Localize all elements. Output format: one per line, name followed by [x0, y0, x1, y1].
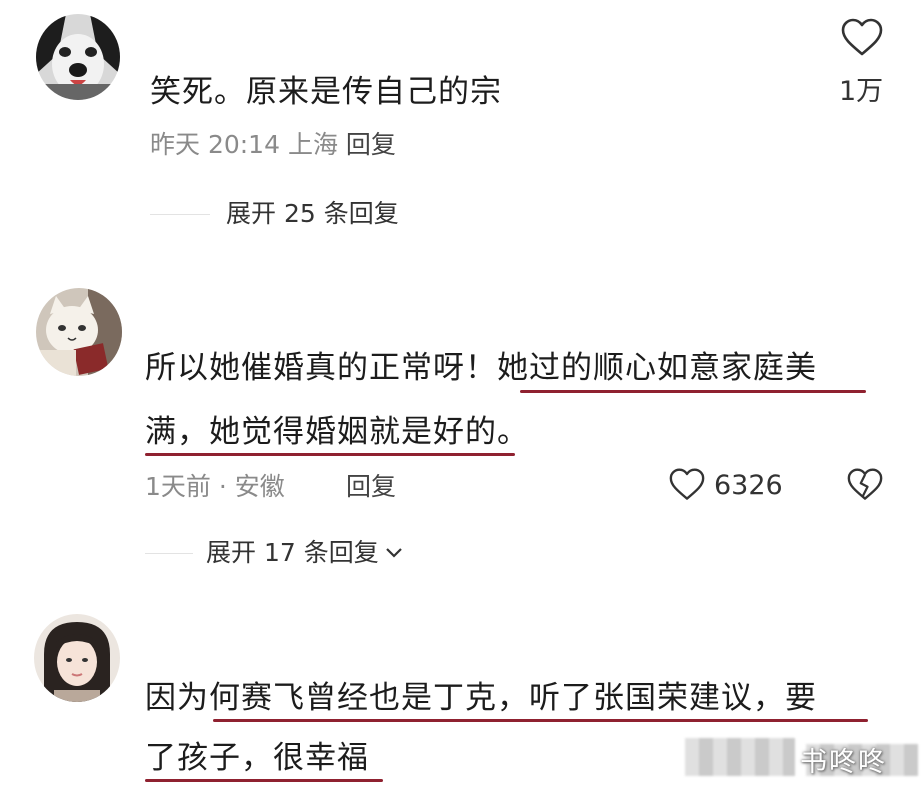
comment-text-part-a: 所以她催婚真的正常呀！ — [145, 350, 497, 386]
like-count: 6326 — [714, 470, 783, 501]
comment-time-location: 1天前 · 安徽 — [145, 472, 285, 501]
heart-outline-icon — [669, 468, 705, 500]
highlight-underline — [145, 779, 383, 782]
dog-avatar-image — [36, 14, 120, 100]
expand-replies-label: 展开 17 条回复 — [206, 538, 379, 567]
comment-text-part-b: 她过的顺心如意家庭美 — [497, 350, 817, 386]
expand-replies-button[interactable]: 展开 25 条回复 — [226, 198, 399, 230]
dislike-button[interactable] — [846, 468, 886, 504]
comment-text-line-2: 满，她觉得婚姻就是好的。 — [145, 414, 529, 450]
girl-avatar-image — [34, 614, 120, 702]
comment-meta: 昨天 20:14 上海 回复 — [150, 129, 396, 161]
avatar-girl[interactable] — [34, 614, 120, 702]
highlight-underline — [520, 390, 866, 393]
expand-divider — [150, 214, 210, 215]
cat-avatar-image — [36, 288, 122, 376]
comment-location: 上海 — [287, 130, 338, 159]
highlight-underline — [213, 719, 868, 722]
highlight-underline — [145, 453, 515, 456]
heart-outline-icon — [841, 18, 883, 56]
watermark: 书咚咚 — [800, 747, 887, 778]
reply-button[interactable]: 回复 — [346, 130, 396, 159]
comment-meta: 1天前 · 安徽 — [145, 471, 285, 503]
expand-divider — [145, 553, 193, 554]
expand-replies-button[interactable]: 展开 17 条回复 — [206, 537, 403, 569]
avatar-dog[interactable] — [36, 14, 120, 100]
avatar-cat[interactable] — [36, 288, 122, 376]
comment-text: 笑死。原来是传自己的宗 — [150, 74, 502, 110]
comment-time: 昨天 20:14 — [150, 130, 280, 159]
blurred-region — [685, 738, 795, 776]
like-button[interactable] — [668, 468, 708, 504]
broken-heart-icon — [847, 468, 883, 500]
like-button[interactable] — [840, 18, 886, 58]
like-count: 1万 — [839, 76, 884, 107]
comment-text-line-1: 所以她催婚真的正常呀！她过的顺心如意家庭美 — [145, 348, 817, 388]
comment-text-line-2: 了孩子，很幸福 — [145, 740, 369, 776]
chevron-down-icon — [385, 548, 402, 558]
comment-text-line-1: 因为何赛飞曾经也是丁克，听了张国荣建议，要 — [145, 680, 817, 716]
reply-wrapper: 回复 — [346, 471, 396, 503]
reply-button[interactable]: 回复 — [346, 472, 396, 501]
